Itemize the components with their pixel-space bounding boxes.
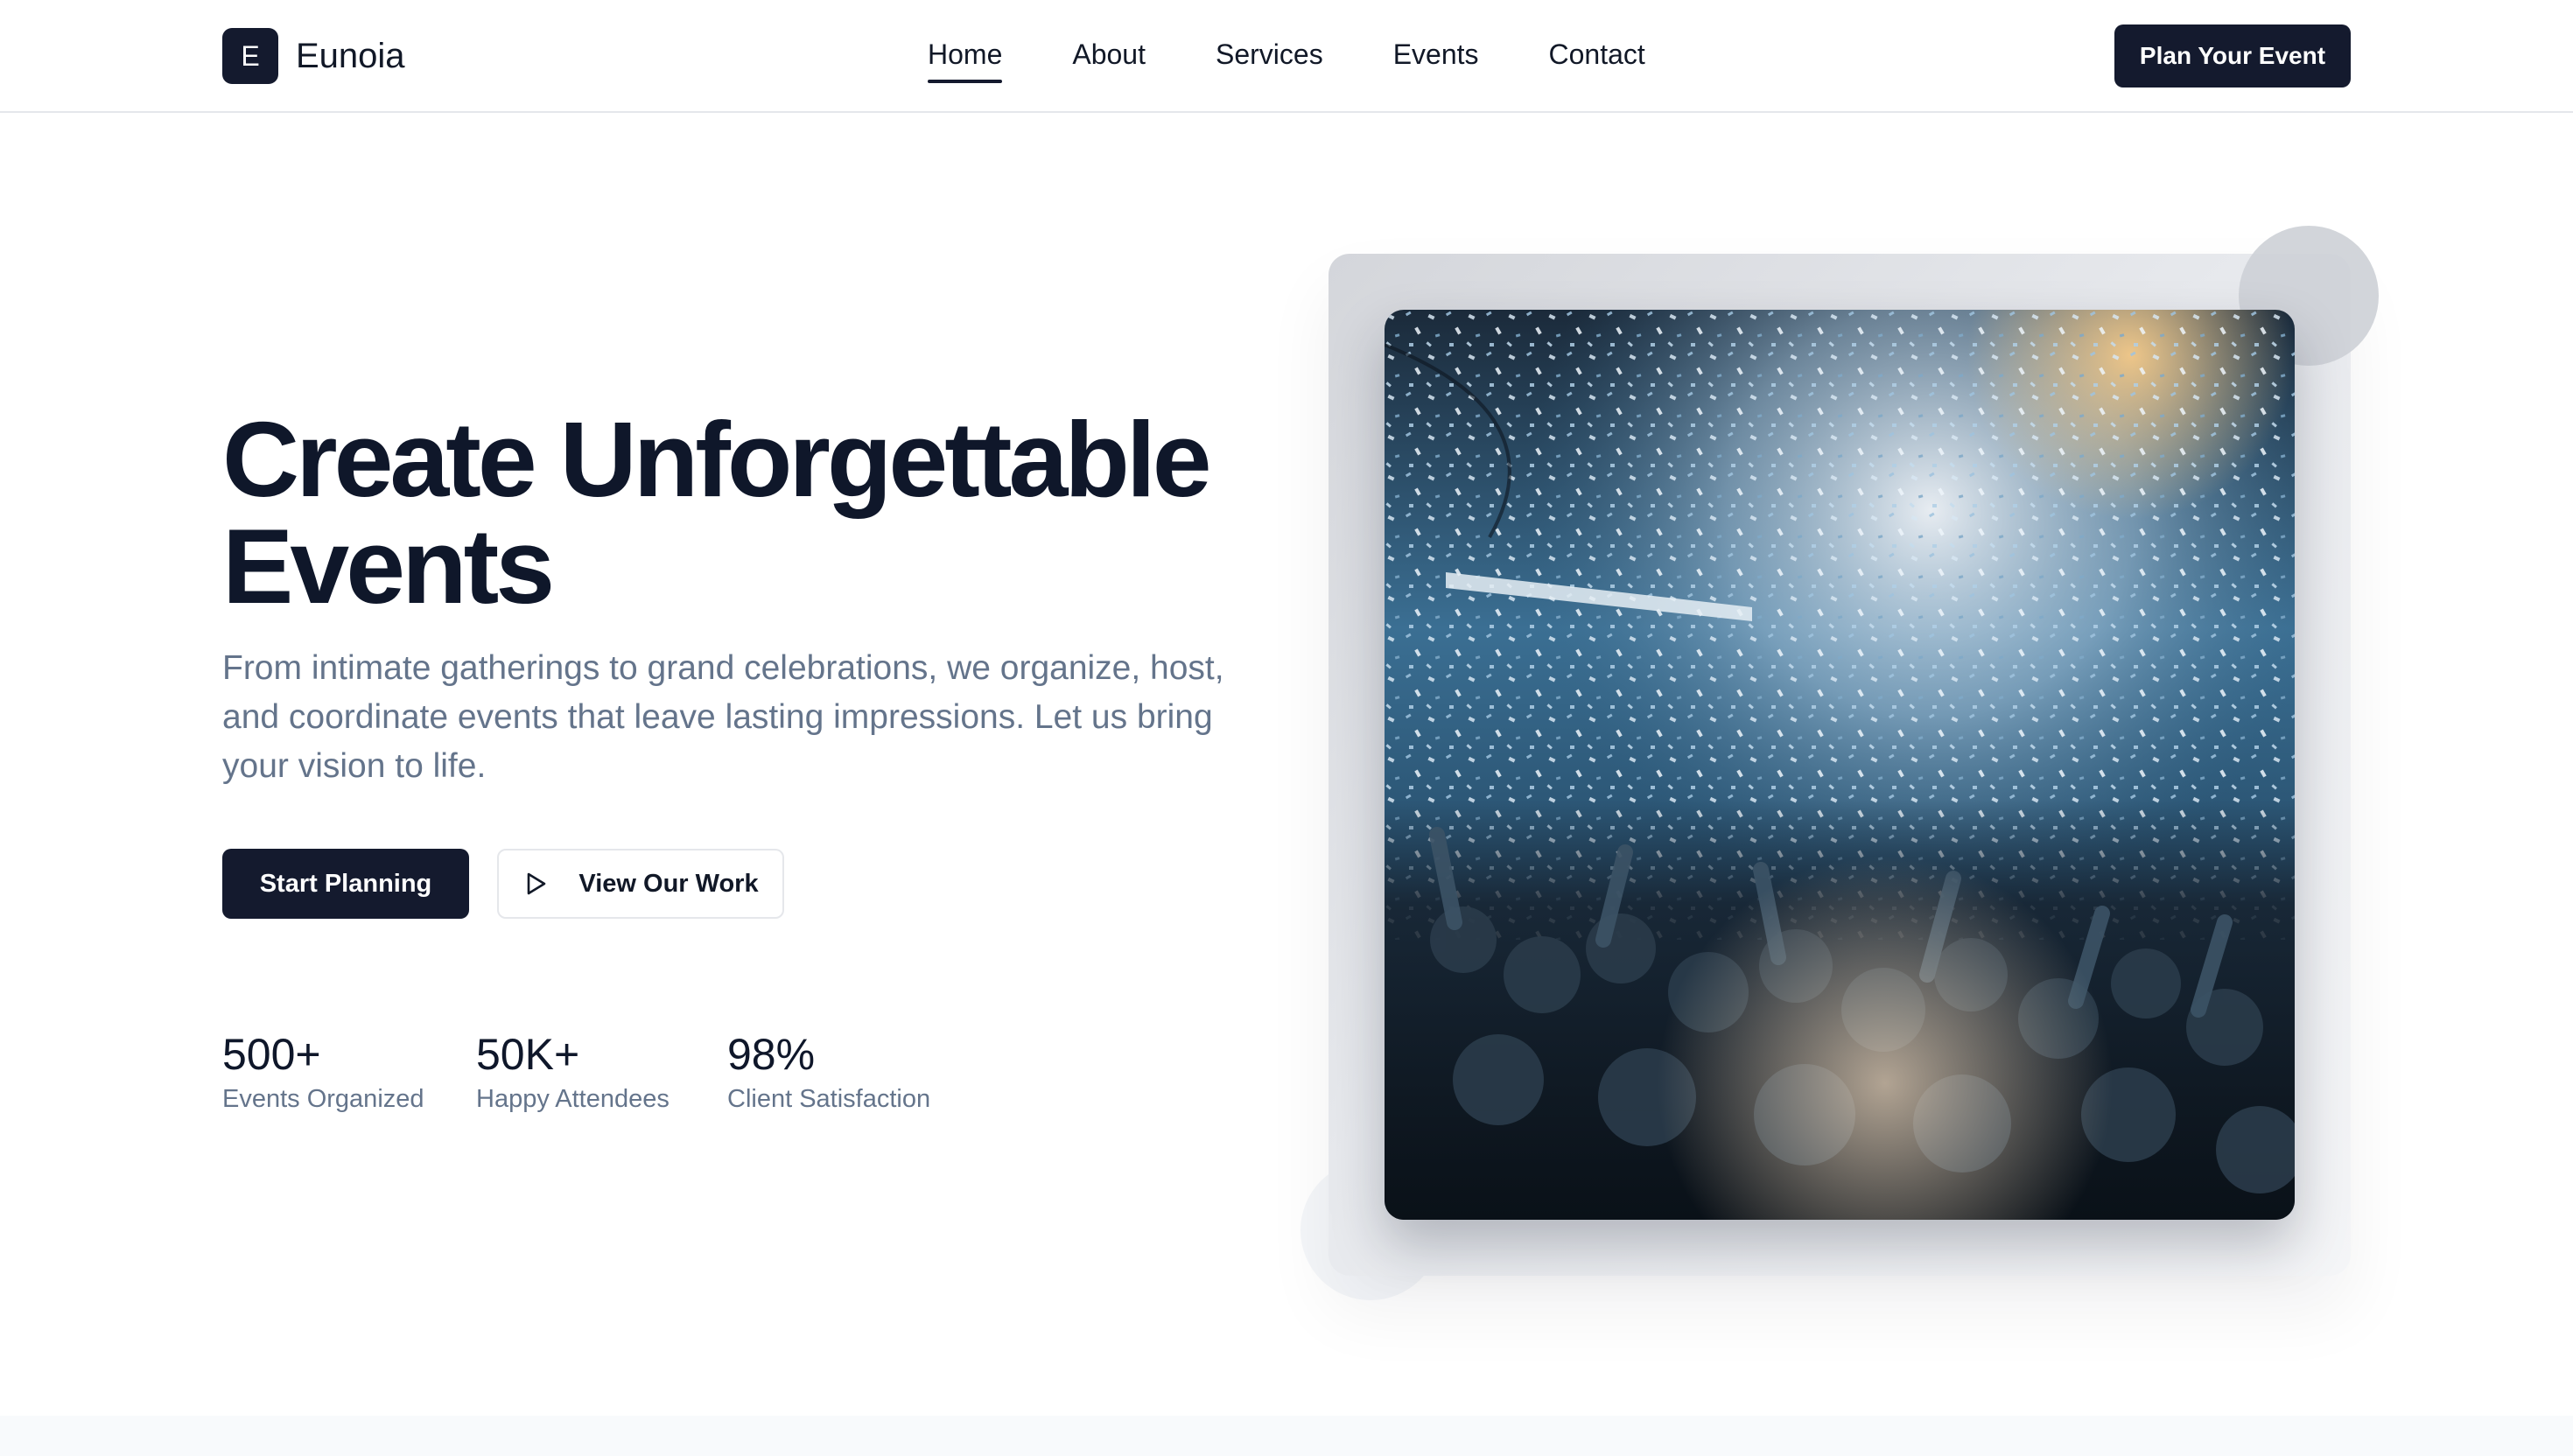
view-our-work-button[interactable]: View Our Work (497, 849, 784, 919)
brand-logo[interactable]: E Eunoia (222, 28, 405, 84)
play-icon (522, 871, 549, 897)
hero-title-line-1: Create Unforgettable (222, 400, 1212, 519)
stat-value: 50K+ (476, 1030, 580, 1079)
view-our-work-label: View Our Work (578, 869, 759, 898)
stat-value: 500+ (222, 1030, 321, 1079)
hero-title-line-2: Events (222, 507, 555, 626)
stat-label: Happy Attendees (476, 1085, 670, 1113)
nav-contact[interactable]: Contact (1549, 38, 1645, 83)
nav-about[interactable]: About (1072, 38, 1146, 83)
next-section-edge (0, 1416, 2573, 1456)
stat-label: Events Organized (222, 1085, 424, 1113)
site-header: E Eunoia Home About Services Events Cont… (0, 0, 2573, 113)
nav-services[interactable]: Services (1216, 38, 1323, 83)
plan-your-event-button[interactable]: Plan Your Event (2114, 24, 2351, 88)
hero-image-concert-crowd (1385, 310, 2295, 1220)
main-nav: Home About Services Events Contact (928, 38, 1645, 83)
stat-label: Client Satisfaction (727, 1085, 931, 1113)
hero-title: Create Unforgettable Events (222, 406, 1272, 620)
nav-home[interactable]: Home (928, 38, 1003, 83)
stat-client-satisfaction: 98% Client Satisfaction (727, 1029, 930, 1116)
stat-happy-attendees: 50K+ Happy Attendees (476, 1029, 670, 1116)
start-planning-button[interactable]: Start Planning (222, 849, 469, 919)
stat-value: 98% (727, 1030, 816, 1079)
logo-mark: E (222, 28, 278, 84)
hero-subtitle: From intimate gatherings to grand celebr… (222, 649, 1224, 785)
nav-events[interactable]: Events (1393, 38, 1479, 83)
brand-name: Eunoia (296, 36, 405, 75)
stat-events-organized: 500+ Events Organized (222, 1029, 424, 1116)
